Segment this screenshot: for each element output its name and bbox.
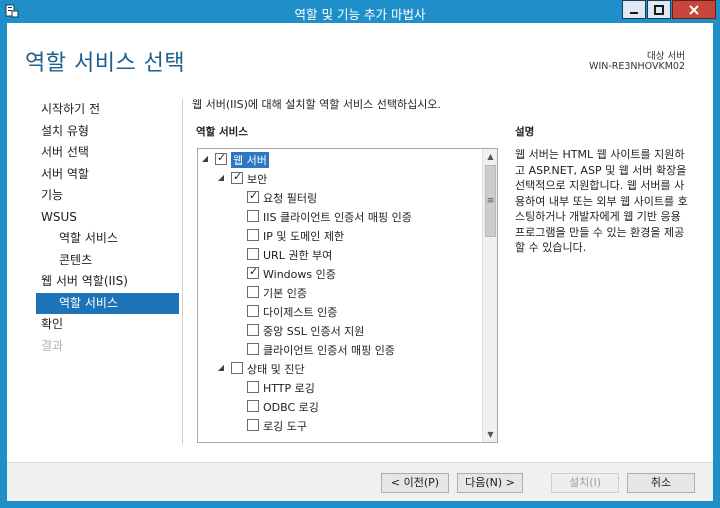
tree-checkbox[interactable]: ✓ <box>247 265 259 279</box>
title-bar[interactable]: 역할 및 기능 추가 마법사 <box>0 0 720 23</box>
tree-checkbox[interactable] <box>247 343 259 355</box>
tree-row[interactable]: 클라이언트 인증서 매핑 인증 <box>198 340 480 359</box>
role-services-header: 역할 서비스 <box>196 126 248 138</box>
tree-item-label[interactable]: 중앙 SSL 인증서 지원 <box>263 323 364 339</box>
intro-text: 웹 서버(IIS)에 대해 설치할 역할 서비스 선택하십시오. <box>192 98 441 111</box>
tree-item-label[interactable]: ODBC 로깅 <box>263 399 319 415</box>
tree-row[interactable]: ✓ 요청 필터링 <box>198 188 480 207</box>
nav-item-wsus-role-services[interactable]: 역할 서비스 <box>36 228 179 250</box>
close-button[interactable] <box>672 0 716 19</box>
tree-checkbox[interactable]: ✓ <box>231 170 243 184</box>
nav-item-installation-type[interactable]: 설치 유형 <box>36 121 179 143</box>
checkmark-icon: ✓ <box>217 151 227 164</box>
scroll-thumb[interactable]: ≡ <box>485 165 496 237</box>
tree-checkbox[interactable] <box>247 286 259 298</box>
nav-item-results: 결과 <box>41 338 64 353</box>
description-header: 설명 <box>515 126 535 138</box>
tree-row[interactable]: ODBC 로깅 <box>198 397 480 416</box>
scroll-down-arrow-icon[interactable]: ▼ <box>483 427 497 442</box>
nav-item-wsus-content[interactable]: 콘텐츠 <box>36 250 179 272</box>
scroll-grip-icon: ≡ <box>486 196 495 206</box>
tree-item-label[interactable]: IIS 클라이언트 인증서 매핑 인증 <box>263 209 412 225</box>
tree-checkbox[interactable]: ✓ <box>247 189 259 203</box>
tree-row[interactable]: IIS 클라이언트 인증서 매핑 인증 <box>198 207 480 226</box>
tree-row[interactable]: ◢ ✓ 웹 서버 <box>198 150 480 169</box>
nav-item-features[interactable]: 기능 <box>36 185 179 207</box>
previous-button[interactable]: < 이전(P) <box>381 473 449 493</box>
nav-item-iis-role-services[interactable]: 역할 서비스 <box>36 292 179 314</box>
wizard-window: 역할 및 기능 추가 마법사 역할 서비스 선택 대상 서버 WIN-RE3NH… <box>0 0 720 508</box>
nav-item-wsus[interactable]: WSUS <box>36 207 179 229</box>
page-title: 역할 서비스 선택 <box>25 51 186 76</box>
tree-item-label[interactable]: URL 권한 부여 <box>263 247 332 263</box>
tree-item-label[interactable]: Windows 인증 <box>263 266 336 282</box>
tree-row[interactable]: 다이제스트 인증 <box>198 302 480 321</box>
tree-item-label[interactable]: 로깅 도구 <box>263 418 307 434</box>
tree-checkbox[interactable] <box>247 324 259 336</box>
checkmark-icon: ✓ <box>249 265 259 278</box>
wizard-client-area: 역할 서비스 선택 대상 서버 WIN-RE3NHOVKM02 시작하기 전 설… <box>7 23 713 501</box>
nav-item-confirmation[interactable]: 확인 <box>36 314 179 336</box>
tree-row[interactable]: ◢ 상태 및 진단 <box>198 359 480 378</box>
minimize-icon <box>630 11 638 14</box>
tree-item-label[interactable]: 웹 서버 <box>231 152 269 168</box>
destination-server-value: WIN-RE3NHOVKM02 <box>589 61 685 72</box>
tree-item-label[interactable]: 기본 인증 <box>263 285 307 301</box>
tree-checkbox[interactable] <box>247 210 259 222</box>
next-button[interactable]: 다음(N) > <box>457 473 523 493</box>
tree-item-label[interactable]: 다이제스트 인증 <box>263 304 337 320</box>
tree-row[interactable]: HTTP 로깅 <box>198 378 480 397</box>
tree-checkbox[interactable] <box>247 381 259 393</box>
tree-row[interactable]: 중앙 SSL 인증서 지원 <box>198 321 480 340</box>
checkmark-icon: ✓ <box>233 170 243 183</box>
nav-item-server-roles[interactable]: 서버 역할 <box>36 164 179 186</box>
tree-checkbox[interactable] <box>247 305 259 317</box>
tree-item-label[interactable]: 클라이언트 인증서 매핑 인증 <box>263 342 395 358</box>
maximize-button[interactable] <box>647 0 671 19</box>
tree-row[interactable]: ✓ Windows 인증 <box>198 264 480 283</box>
tree-row[interactable]: IP 및 도메인 제한 <box>198 226 480 245</box>
cancel-button[interactable]: 취소 <box>627 473 695 493</box>
maximize-icon <box>654 4 664 15</box>
checkmark-icon: ✓ <box>249 189 259 202</box>
tree-checkbox[interactable] <box>247 229 259 241</box>
tree-row[interactable]: 로깅 도구 <box>198 416 480 435</box>
tree-row[interactable]: ◢ ✓ 보안 <box>198 169 480 188</box>
nav-item-server-selection[interactable]: 서버 선택 <box>36 142 179 164</box>
wizard-footer: < 이전(P) 다음(N) > 설치(I) 취소 <box>7 463 713 501</box>
tree-checkbox[interactable] <box>231 362 243 374</box>
tree-item-label[interactable]: 요청 필터링 <box>263 190 317 206</box>
window-title: 역할 및 기능 추가 마법사 <box>294 7 426 22</box>
tree-item-label[interactable]: HTTP 로깅 <box>263 380 315 396</box>
close-icon <box>689 4 699 15</box>
nav-item-before-you-begin[interactable]: 시작하기 전 <box>36 99 179 121</box>
tree-item-label[interactable]: IP 및 도메인 제한 <box>263 228 344 244</box>
install-button: 설치(I) <box>551 473 619 493</box>
tree-expander-icon[interactable]: ◢ <box>216 363 226 372</box>
tree-row[interactable]: 기본 인증 <box>198 283 480 302</box>
destination-server-label: 대상 서버 <box>647 51 685 62</box>
tree-expander-icon[interactable]: ◢ <box>216 173 226 182</box>
nav-item-web-server-role[interactable]: 웹 서버 역할(IIS) <box>36 271 179 293</box>
tree-checkbox[interactable] <box>247 248 259 260</box>
wizard-step-nav: 시작하기 전 설치 유형 서버 선택 서버 역할 기능 WSUS 역할 서비스 … <box>36 99 179 357</box>
tree-expander-icon[interactable]: ◢ <box>200 154 210 163</box>
tree-row[interactable]: URL 권한 부여 <box>198 245 480 264</box>
tree-checkbox[interactable]: ✓ <box>215 151 227 165</box>
scroll-up-arrow-icon[interactable]: ▲ <box>483 149 497 164</box>
role-services-tree: ▲ ≡ ▼ ◢ ✓ 웹 서버 ◢ ✓ 보안 ✓ 요청 필터링 IIS 클라이언트 인증서 매핑 … <box>197 148 498 443</box>
nav-divider <box>182 99 183 444</box>
tree-item-label[interactable]: 보안 <box>247 171 267 187</box>
description-text: 웹 서버는 HTML 웹 사이트를 지원하고 ASP.NET, ASP 및 웹 … <box>515 148 688 254</box>
tree-item-label[interactable]: 상태 및 진단 <box>247 361 305 377</box>
tree-checkbox[interactable] <box>247 400 259 412</box>
minimize-button[interactable] <box>622 0 646 19</box>
tree-checkbox[interactable] <box>247 419 259 431</box>
tree-scrollbar[interactable]: ▲ ≡ ▼ <box>482 149 497 442</box>
